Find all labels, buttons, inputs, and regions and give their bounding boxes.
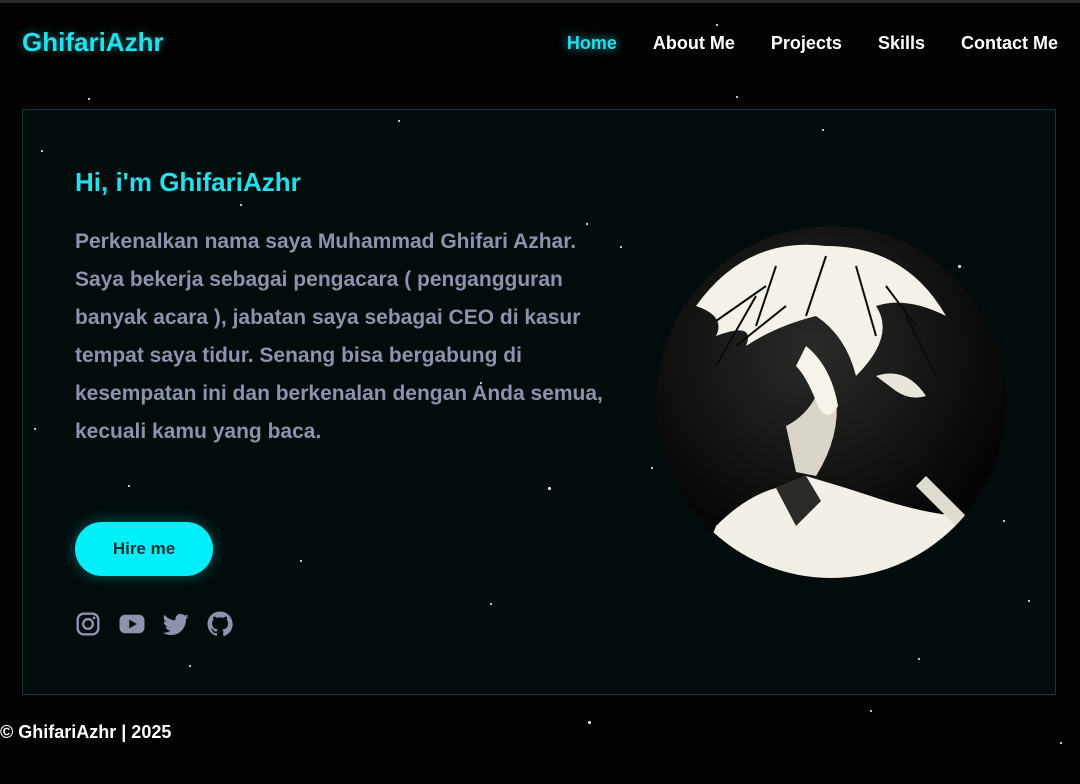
- social-links: [75, 611, 251, 637]
- nav-projects[interactable]: Projects: [771, 33, 842, 54]
- site-footer: © GhifariAzhr | 2025: [0, 722, 172, 742]
- nav-contact-me[interactable]: Contact Me: [961, 33, 1058, 54]
- instagram-icon: [76, 612, 100, 636]
- hero-intro-text: Perkenalkan nama saya Muhammad Ghifari A…: [75, 230, 603, 443]
- anime-portrait-illustration: [656, 226, 1006, 578]
- site-logo[interactable]: GhifariAzhr: [22, 27, 164, 58]
- hero-section: Hi, i'm GhifariAzhr Perkenalkan nama say…: [22, 109, 1056, 695]
- profile-avatar: [656, 226, 1006, 578]
- hire-me-button[interactable]: Hire me: [75, 522, 213, 576]
- twitter-icon: [163, 613, 189, 636]
- instagram-link[interactable]: [75, 611, 101, 637]
- nav-about-me[interactable]: About Me: [653, 33, 735, 54]
- github-link[interactable]: [207, 611, 233, 637]
- twitter-link[interactable]: [163, 611, 189, 637]
- youtube-link[interactable]: [119, 611, 145, 637]
- github-icon: [207, 611, 233, 637]
- youtube-icon: [119, 614, 145, 634]
- hero-greeting: Hi, i'm GhifariAzhr: [75, 167, 301, 197]
- site-header: GhifariAzhr Home About Me Projects Skill…: [0, 3, 1080, 83]
- nav-home[interactable]: Home: [567, 33, 617, 54]
- main-nav: Home About Me Projects Skills Contact Me: [567, 33, 1058, 54]
- nav-skills[interactable]: Skills: [878, 33, 925, 54]
